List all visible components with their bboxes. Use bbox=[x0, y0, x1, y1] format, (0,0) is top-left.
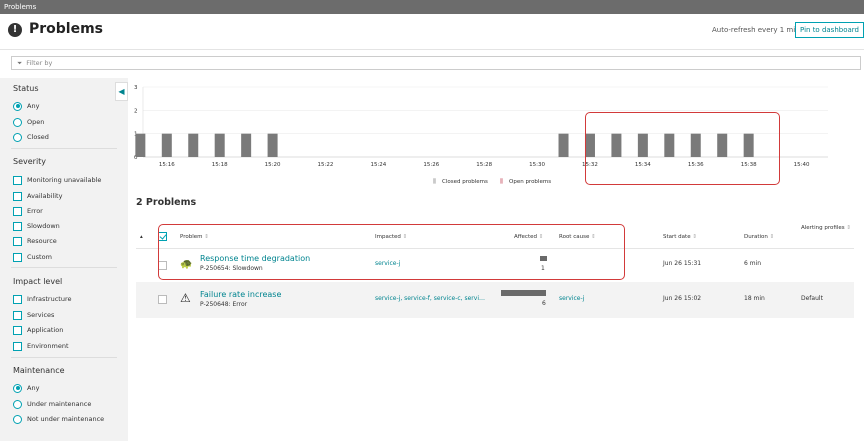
chart-bar bbox=[135, 133, 146, 157]
severity-option-monitoring-unavailable[interactable]: Monitoring unavailable bbox=[13, 175, 101, 185]
problem-id: P-250648: Error bbox=[200, 301, 248, 308]
filter-placeholder: Filter by bbox=[26, 59, 53, 67]
severity-option-resource[interactable]: Resource bbox=[13, 236, 57, 246]
checkbox-icon bbox=[13, 294, 22, 304]
start-date: Jun 26 15:02 bbox=[663, 295, 702, 302]
filter-input[interactable]: ⏷ Filter by bbox=[11, 56, 861, 70]
checkbox-icon bbox=[13, 191, 22, 201]
impact-section-title: Impact level bbox=[13, 277, 63, 286]
chevron-left-icon: ◀ bbox=[118, 87, 125, 96]
radio-selected-icon bbox=[13, 383, 22, 393]
severity-option-availability[interactable]: Availability bbox=[13, 191, 62, 201]
checkbox-icon bbox=[13, 236, 22, 246]
x-tick-label: 15:24 bbox=[370, 162, 386, 168]
problem-alert-icon: ! bbox=[8, 23, 22, 37]
severity-option-error[interactable]: Error bbox=[13, 206, 43, 216]
auto-refresh-label: Auto-refresh every 1 min bbox=[712, 26, 800, 34]
legend-label: Closed problems bbox=[442, 179, 488, 185]
x-tick-label: 15:16 bbox=[159, 162, 175, 168]
start-date: Jun 26 15:31 bbox=[663, 260, 702, 267]
column-header-alerting-profiles[interactable]: Alerting profiles ⇕ bbox=[801, 224, 851, 233]
collapse-sidebar-button[interactable]: ◀ bbox=[115, 82, 128, 101]
divider bbox=[11, 357, 117, 358]
chart-bar bbox=[214, 133, 225, 157]
status-option-open[interactable]: Open bbox=[13, 117, 44, 127]
highlight-annotation-box bbox=[585, 112, 780, 185]
checkbox-icon bbox=[13, 221, 22, 231]
divider bbox=[11, 148, 117, 149]
checkbox-icon bbox=[13, 175, 22, 185]
chart-bar bbox=[188, 133, 199, 157]
chart-bar bbox=[161, 133, 172, 157]
duration: 6 min bbox=[744, 260, 762, 267]
legend-label: Open problems bbox=[509, 179, 551, 185]
radio-icon bbox=[13, 117, 22, 127]
x-tick-label: 15:28 bbox=[476, 162, 492, 168]
column-header-duration[interactable]: Duration ⇕ bbox=[744, 234, 774, 240]
x-tick-label: 15:20 bbox=[265, 162, 281, 168]
chart-bar bbox=[267, 133, 278, 157]
duration: 18 min bbox=[744, 295, 765, 302]
chart-bar bbox=[241, 133, 252, 157]
checkbox-icon bbox=[13, 252, 22, 262]
legend-bar-icon: ⫼ bbox=[500, 178, 503, 185]
maintenance-option-not-under[interactable]: Not under maintenance bbox=[13, 414, 104, 424]
status-section-title: Status bbox=[13, 84, 39, 93]
impacted-entities-link[interactable]: service-j, service-f, service-c, servi… bbox=[375, 295, 491, 302]
problem-title-link[interactable]: Failure rate increase bbox=[200, 290, 281, 299]
page-title: Problems bbox=[29, 21, 104, 37]
divider bbox=[11, 267, 117, 268]
chart-bar bbox=[558, 133, 569, 157]
expand-all-toggle[interactable]: ▴ bbox=[140, 234, 143, 240]
x-tick-label: 15:26 bbox=[423, 162, 439, 168]
root-cause-link[interactable]: service-j bbox=[559, 295, 584, 302]
maintenance-section-title: Maintenance bbox=[13, 366, 65, 375]
radio-icon bbox=[13, 132, 22, 142]
table-row[interactable]: ⚠ Failure rate increase P-250648: Error … bbox=[136, 282, 854, 318]
impact-option-infrastructure[interactable]: Infrastructure bbox=[13, 294, 71, 304]
filter-icon: ⏷ bbox=[17, 59, 23, 67]
severity-section-title: Severity bbox=[13, 157, 47, 166]
impact-option-services[interactable]: Services bbox=[13, 310, 54, 320]
severity-option-custom[interactable]: Custom bbox=[13, 252, 52, 262]
impact-option-environment[interactable]: Environment bbox=[13, 341, 69, 351]
radio-icon bbox=[13, 414, 22, 424]
status-option-closed[interactable]: Closed bbox=[13, 132, 49, 142]
highlight-annotation-box bbox=[158, 224, 625, 280]
problems-count-heading: 2 Problems bbox=[136, 197, 197, 208]
severity-option-slowdown[interactable]: Slowdown bbox=[13, 221, 60, 231]
x-tick-label: 15:30 bbox=[529, 162, 545, 168]
x-tick-label: 15:40 bbox=[794, 162, 810, 168]
radio-selected-icon bbox=[13, 101, 22, 111]
checkbox-icon bbox=[13, 325, 22, 335]
row-checkbox[interactable] bbox=[158, 295, 167, 304]
alerting-profiles: Default bbox=[801, 295, 823, 302]
error-warning-icon: ⚠ bbox=[180, 291, 191, 305]
maintenance-option-under[interactable]: Under maintenance bbox=[13, 399, 91, 409]
filter-sidebar: Status Any Open Closed Severity Monitori… bbox=[0, 78, 128, 441]
maintenance-option-any[interactable]: Any bbox=[13, 383, 39, 393]
y-tick-label: 2 bbox=[134, 108, 138, 114]
y-tick-label: 3 bbox=[134, 85, 138, 91]
affected-bar bbox=[501, 290, 546, 296]
status-option-any[interactable]: Any bbox=[13, 101, 39, 111]
checkbox-icon bbox=[13, 310, 22, 320]
page-header: ! Problems Auto-refresh every 1 min Pin … bbox=[0, 14, 864, 50]
x-tick-label: 15:18 bbox=[212, 162, 228, 168]
column-header-start-date[interactable]: Start date ⇕ bbox=[663, 234, 697, 240]
impact-option-application[interactable]: Application bbox=[13, 325, 63, 335]
checkbox-icon bbox=[13, 206, 22, 216]
x-tick-label: 15:22 bbox=[318, 162, 334, 168]
pin-to-dashboard-button[interactable]: Pin to dashboard bbox=[795, 22, 864, 38]
checkbox-icon bbox=[13, 341, 22, 351]
window-tab: Problems bbox=[0, 0, 864, 14]
legend-bar-icon: ⫼ bbox=[433, 178, 436, 185]
affected-count: 6 bbox=[542, 300, 546, 307]
radio-icon bbox=[13, 399, 22, 409]
